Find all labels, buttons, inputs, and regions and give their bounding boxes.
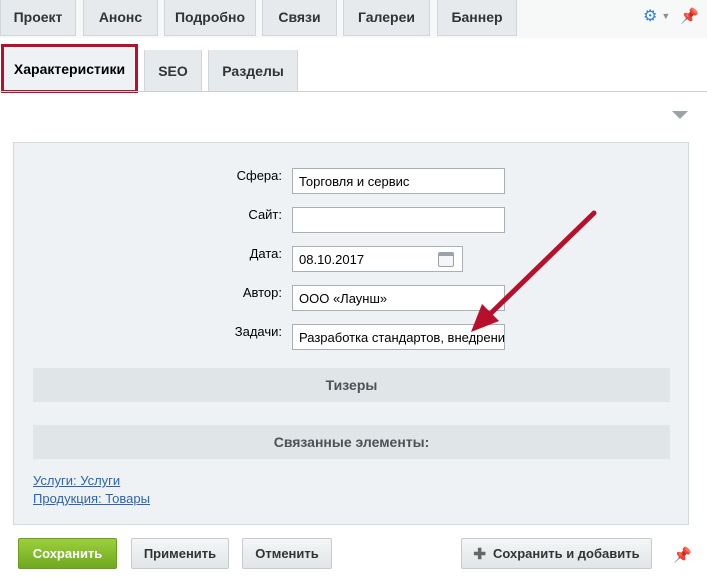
tab-seo[interactable]: SEO [144, 50, 202, 92]
sphere-field[interactable]: Торговля и сервис [292, 168, 505, 194]
save-button[interactable]: Сохранить [18, 538, 117, 569]
save-and-add-label: Сохранить и добавить [492, 546, 640, 561]
chevron-down-icon[interactable]: ▼ [661, 11, 670, 21]
tab-banner[interactable]: Баннер [437, 0, 517, 36]
tab-characteristics[interactable]: Характеристики [1, 44, 138, 93]
tasks-field[interactable]: Разработка стандартов, внедрени [292, 324, 505, 350]
date-field[interactable]: 08.10.2017 [292, 246, 463, 272]
calendar-icon[interactable] [438, 252, 454, 267]
tab-divider [0, 91, 707, 92]
secondary-tab-strip: Характеристики SEO Разделы [0, 38, 707, 93]
tab-details[interactable]: Подробно [164, 0, 256, 36]
label-sphere: Сфера: [236, 168, 282, 183]
teasers-section-header[interactable]: Тизеры [33, 368, 670, 402]
author-field[interactable]: ООО «Лаунш» [292, 285, 505, 311]
cancel-button[interactable]: Отменить [242, 538, 332, 569]
label-date: Дата: [249, 246, 282, 261]
related-elements-header[interactable]: Связанные элементы: [33, 425, 670, 459]
apply-button[interactable]: Применить [131, 538, 229, 569]
triangle-down-icon[interactable] [672, 111, 688, 119]
pin-icon[interactable]: 📌 [680, 7, 699, 25]
link-products[interactable]: Продукция: Товары [33, 491, 150, 506]
tab-galleries[interactable]: Галереи [343, 0, 430, 36]
label-site: Сайт: [248, 207, 282, 222]
site-field[interactable] [292, 207, 505, 233]
link-services[interactable]: Услуги: Услуги [33, 473, 120, 488]
tab-announcement[interactable]: Анонс [83, 0, 158, 36]
top-tab-strip: Проект Анонс Подробно Связи Галереи Банн… [0, 0, 707, 39]
characteristics-panel: Сфера: Торговля и сервис Сайт: Дата: 08.… [13, 142, 689, 525]
plus-icon: ✚ [473, 545, 486, 563]
date-value: 08.10.2017 [299, 251, 365, 267]
tab-sections[interactable]: Разделы [208, 50, 298, 92]
gear-icon[interactable]: ⚙ [643, 6, 657, 26]
label-author: Автор: [242, 285, 282, 300]
save-and-add-button[interactable]: ✚ Сохранить и добавить [461, 538, 652, 569]
pin-icon[interactable]: 📌 [673, 546, 692, 564]
tab-links[interactable]: Связи [262, 0, 337, 36]
label-tasks: Задачи: [234, 324, 282, 339]
tab-project[interactable]: Проект [0, 0, 76, 36]
